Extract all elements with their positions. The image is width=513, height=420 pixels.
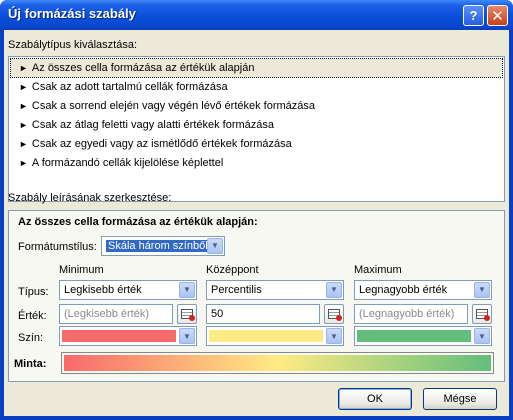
- preview-label: Minta:: [14, 358, 47, 370]
- minimum-value-text: (Legkisebb érték): [64, 308, 149, 320]
- minimum-color-fill: [62, 330, 176, 342]
- chevron-down-icon: ▼: [326, 282, 342, 298]
- maximum-color-picker[interactable]: ▼: [354, 326, 492, 346]
- midpoint-type-value: Percentilis: [211, 284, 262, 296]
- rule-type-label: Szabálytípus kiválasztása:: [8, 39, 138, 51]
- arrow-icon: ►: [19, 158, 28, 168]
- midpoint-color-fill: [209, 330, 323, 342]
- rule-type-list: ► Az összes cella formázása az értékük al…: [8, 56, 505, 202]
- rule-type-item-label: Csak a sorrend elején vagy végén lévő ér…: [31, 100, 316, 112]
- window-title: Új formázási szabály: [8, 6, 136, 21]
- range-picker-icon: [181, 309, 195, 321]
- maximum-type-select[interactable]: Legnagyobb érték ▼: [354, 280, 492, 300]
- type-row-label: Típus:: [18, 286, 49, 298]
- cancel-button[interactable]: Mégse: [423, 388, 497, 410]
- rule-type-item-unique-duplicate[interactable]: ► Csak az egyedi vagy az ismétlődő értéke…: [11, 135, 502, 153]
- minimum-type-value: Legkisebb érték: [64, 284, 142, 296]
- title-bar[interactable]: Új formázási szabály ? ✕: [0, 0, 513, 30]
- chevron-down-icon: ▼: [474, 328, 490, 344]
- preview-box: [61, 352, 494, 374]
- dialog-body: Szabálytípus kiválasztása: ► Az összes ce…: [4, 30, 509, 416]
- chevron-down-icon: ▼: [474, 282, 490, 298]
- rule-type-item-label: Az összes cella formázása az értékük ala…: [31, 62, 255, 74]
- maximum-value-input[interactable]: (Legnagyobb érték): [354, 304, 468, 324]
- range-picker-icon: [476, 309, 490, 321]
- rule-type-item-label: A formázandó cellák kijelölése képlettel: [31, 157, 224, 169]
- midpoint-value-input[interactable]: 50: [206, 304, 320, 324]
- maximum-range-picker-button[interactable]: [472, 304, 492, 324]
- minimum-color-picker[interactable]: ▼: [59, 326, 197, 346]
- ok-button[interactable]: OK: [338, 388, 412, 410]
- new-formatting-rule-dialog: Új formázási szabály ? ✕ Szabálytípus ki…: [0, 0, 513, 420]
- rule-type-item-label: Csak az egyedi vagy az ismétlődő értékek…: [31, 138, 292, 150]
- chevron-down-icon: ▼: [179, 282, 195, 298]
- preview-gradient: [64, 355, 491, 371]
- midpoint-type-select[interactable]: Percentilis ▼: [206, 280, 344, 300]
- description-heading: Az összes cella formázása az értékük ala…: [18, 216, 258, 228]
- value-row-label: Érték:: [18, 310, 47, 322]
- midpoint-color-picker[interactable]: ▼: [206, 326, 344, 346]
- midpoint-range-picker-button[interactable]: [324, 304, 344, 324]
- format-style-value: Skála három színből: [106, 240, 210, 252]
- minimum-type-select[interactable]: Legkisebb érték ▼: [59, 280, 197, 300]
- color-row-label: Szín:: [18, 332, 44, 344]
- maximum-color-fill: [357, 330, 471, 342]
- arrow-icon: ►: [19, 101, 28, 111]
- rule-type-item-label: Csak az átlag feletti vagy alatti értéke…: [31, 119, 275, 131]
- close-button[interactable]: ✕: [487, 5, 508, 26]
- chevron-down-icon: ▼: [207, 238, 223, 254]
- chevron-down-icon: ▼: [179, 328, 195, 344]
- maximum-type-value: Legnagyobb érték: [359, 284, 448, 296]
- arrow-icon: ►: [19, 139, 28, 149]
- format-style-select[interactable]: Skála három színből ▼: [101, 236, 225, 256]
- midpoint-value-text: 50: [211, 308, 224, 320]
- column-header-minimum: Minimum: [59, 264, 104, 276]
- rule-type-item-label: Csak az adott tartalmú cellák formázása: [31, 81, 228, 93]
- maximum-value-text: (Legnagyobb érték): [359, 308, 455, 320]
- chevron-down-icon: ▼: [326, 328, 342, 344]
- arrow-icon: ►: [19, 82, 28, 92]
- format-style-label: Formátumstílus:: [18, 241, 97, 253]
- rule-description-label: Szabály leírásának szerkesztése:: [8, 192, 172, 204]
- arrow-icon: ►: [19, 120, 28, 130]
- minimum-value-input[interactable]: (Legkisebb érték): [59, 304, 173, 324]
- arrow-icon: ►: [19, 63, 28, 73]
- rule-type-item-all-cells[interactable]: ► Az összes cella formázása az értékük al…: [10, 58, 503, 78]
- rule-type-item-formula[interactable]: ► A formázandó cellák kijelölése képlette…: [11, 154, 502, 172]
- minimum-range-picker-button[interactable]: [177, 304, 197, 324]
- rule-type-item-contains[interactable]: ► Csak az adott tartalmú cellák formázása: [11, 78, 502, 96]
- range-picker-icon: [328, 309, 342, 321]
- column-header-midpoint: Középpont: [206, 264, 259, 276]
- column-header-maximum: Maximum: [354, 264, 402, 276]
- help-button[interactable]: ?: [463, 5, 484, 26]
- rule-type-item-top-bottom[interactable]: ► Csak a sorrend elején vagy végén lévő é…: [11, 97, 502, 115]
- rule-type-item-average[interactable]: ► Csak az átlag feletti vagy alatti érték…: [11, 116, 502, 134]
